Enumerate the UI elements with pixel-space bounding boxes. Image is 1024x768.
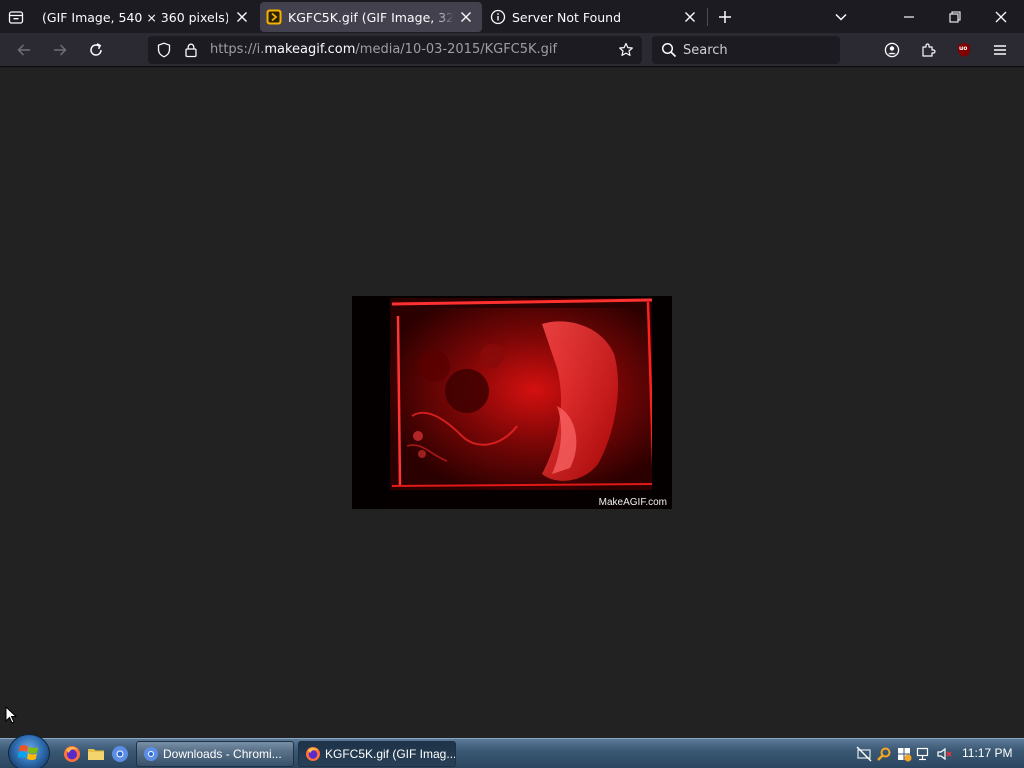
gif-frame-artwork: [352, 296, 672, 509]
restore-button[interactable]: [932, 0, 978, 33]
url-scheme: https://: [210, 42, 257, 57]
tab-kgfc5k-gif[interactable]: KGFC5K.gif (GIF Image, 320 × 213 pixels): [260, 2, 482, 32]
folder-quicklaunch-icon[interactable]: [86, 744, 106, 764]
tab-label: Server Not Found: [512, 9, 622, 25]
start-button[interactable]: [8, 734, 50, 768]
windows-logo-icon: [18, 745, 38, 761]
close-icon: [995, 11, 1007, 22]
address-bar[interactable]: https://i.makeagif.com/media/10-03-2015/…: [148, 36, 642, 64]
network-status-icon[interactable]: [916, 746, 932, 762]
minimize-icon: [904, 15, 914, 18]
chromium-icon: [144, 747, 158, 761]
extensions-button[interactable]: [914, 36, 942, 64]
taskbar-clock[interactable]: 11:17 PM: [962, 746, 1012, 760]
shield-icon[interactable]: [156, 42, 172, 58]
search-bar[interactable]: Search: [652, 36, 840, 64]
puzzle-icon: [922, 43, 936, 57]
tab-separator: [707, 8, 708, 26]
ublock-origin-button[interactable]: uo: [950, 36, 978, 64]
firefox-view-icon: [8, 11, 24, 24]
close-icon[interactable]: [232, 7, 252, 27]
taskbar-item-label: Downloads - Chromi...: [163, 747, 282, 761]
reload-button[interactable]: [82, 36, 110, 64]
arrow-right-icon: [54, 44, 67, 56]
lock-icon[interactable]: [183, 42, 199, 58]
tab-label-fade: [434, 2, 454, 32]
search-icon: [661, 42, 677, 58]
list-all-tabs-button[interactable]: [828, 4, 854, 30]
action-center-flag-icon[interactable]: [896, 746, 912, 762]
account-icon: [884, 42, 900, 58]
addon-badge: uo: [959, 45, 968, 52]
reload-icon: [90, 43, 102, 56]
tab-label: (GIF Image, 540 × 360 pixels): [42, 9, 228, 25]
taskbar-item-firefox-gif[interactable]: KGFC5K.gif (GIF Imag...: [298, 741, 456, 767]
close-icon[interactable]: [456, 7, 476, 27]
search-input[interactable]: Search: [683, 43, 728, 58]
tab-strip: (GIF Image, 540 × 360 pixels) KGFC5K.gif…: [0, 0, 1024, 33]
restore-icon: [949, 10, 961, 23]
bookmark-star-icon[interactable]: [618, 42, 634, 58]
navigation-toolbar: https://i.makeagif.com/media/10-03-2015/…: [0, 33, 1024, 67]
info-circle-icon: [490, 9, 506, 25]
image-watermark: MakeAGIF.com: [598, 497, 667, 508]
firefox-icon: [306, 747, 320, 761]
new-tab-button[interactable]: [712, 4, 738, 30]
volume-muted-icon[interactable]: [936, 746, 952, 762]
gif-image[interactable]: MakeAGIF.com: [352, 296, 672, 509]
url-text[interactable]: https://i.makeagif.com/media/10-03-2015/…: [210, 42, 557, 58]
tab-server-not-found[interactable]: Server Not Found: [484, 2, 706, 32]
gif-favicon-icon: [266, 9, 282, 25]
menu-button[interactable]: [986, 36, 1014, 64]
plus-icon: [719, 11, 731, 23]
taskbar-item-downloads-chromium[interactable]: Downloads - Chromi...: [136, 741, 294, 767]
hamburger-menu-icon: [994, 45, 1006, 55]
arrow-left-icon: [17, 44, 30, 56]
firefox-quicklaunch-icon[interactable]: [62, 744, 82, 764]
window-close-button[interactable]: [978, 0, 1024, 33]
search-tray-icon[interactable]: [876, 746, 892, 762]
taskbar-item-label: KGFC5K.gif (GIF Imag...: [325, 747, 456, 761]
mouse-cursor-icon: [5, 706, 17, 724]
account-button[interactable]: [878, 36, 906, 64]
firefox-view-button[interactable]: [2, 4, 30, 30]
tab-label: KGFC5K.gif (GIF Image, 320 × 213 pixels): [288, 9, 452, 25]
chevron-down-icon: [835, 13, 847, 21]
windows-taskbar: Downloads - Chromi... KGFC5K.gif (GIF Im…: [0, 734, 1024, 768]
page-content: MakeAGIF.com: [0, 68, 1024, 738]
minimize-button[interactable]: [886, 0, 932, 33]
forward-button[interactable]: [46, 36, 74, 64]
network-disconnected-icon[interactable]: [856, 746, 872, 762]
back-button[interactable]: [10, 36, 38, 64]
chromium-quicklaunch-icon[interactable]: [110, 744, 130, 764]
close-icon[interactable]: [680, 7, 700, 27]
tab-gif-image-540[interactable]: (GIF Image, 540 × 360 pixels): [36, 2, 258, 32]
url-path: /media/10-03-2015/KGFC5K.gif: [355, 42, 558, 57]
url-domain: makeagif.com: [264, 42, 356, 57]
